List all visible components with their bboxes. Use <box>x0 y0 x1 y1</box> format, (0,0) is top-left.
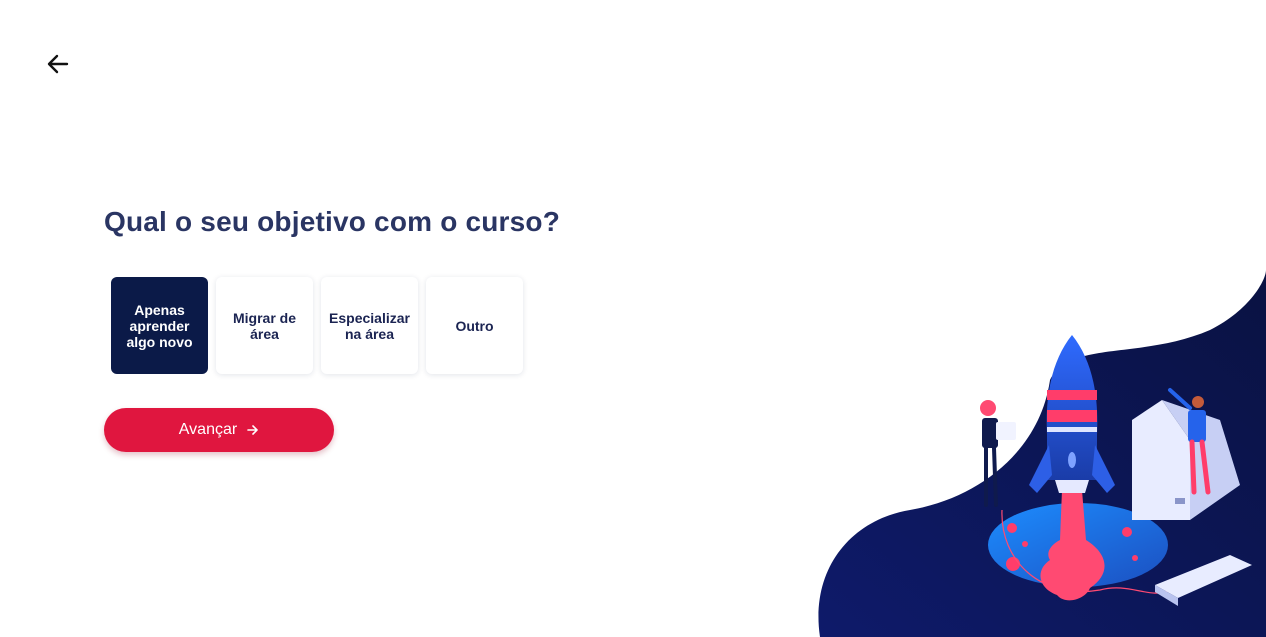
option-other[interactable]: Outro <box>426 277 523 374</box>
option-learn-something-new[interactable]: Apenas aprender algo novo <box>111 277 208 374</box>
option-label: Outro <box>455 317 494 334</box>
option-specialize[interactable]: Especializar na área <box>321 277 418 374</box>
rocket-launch-illustration <box>818 270 1266 637</box>
next-button-label: Avançar <box>178 421 238 438</box>
option-label: Apenas aprender algo novo <box>126 301 193 350</box>
back-button[interactable] <box>44 50 72 78</box>
goal-options: Apenas aprender algo novo Migrar de área… <box>111 277 523 374</box>
arrow-left-icon <box>47 54 69 74</box>
page-title: Qual o seu objetivo com o curso? <box>104 206 561 237</box>
option-switch-area[interactable]: Migrar de área <box>216 277 313 374</box>
next-button[interactable]: Avançar <box>104 408 334 452</box>
option-label: Migrar de área <box>232 309 296 342</box>
option-label: Especializar na área <box>329 309 410 342</box>
arrow-right-icon <box>247 425 259 435</box>
